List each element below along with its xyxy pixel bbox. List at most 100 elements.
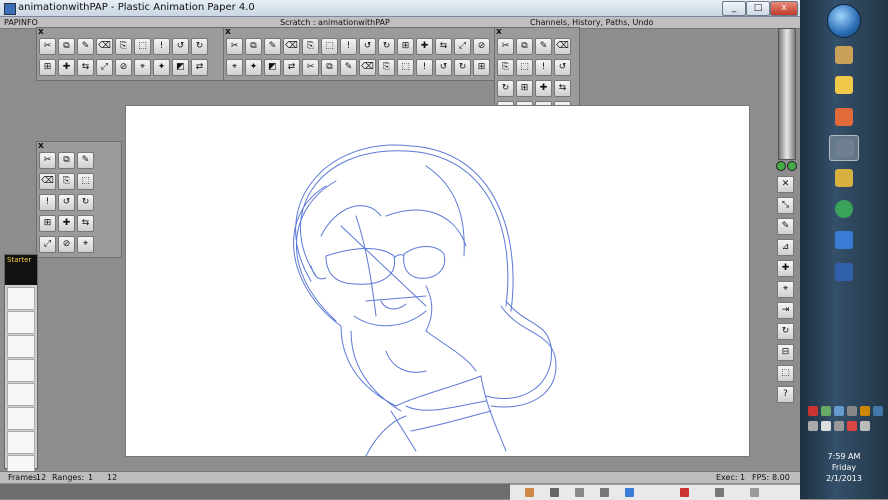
tool-button-grid-b-1-6[interactable]: ✎ [340, 59, 357, 76]
range-start-value[interactable]: 1 [88, 472, 93, 483]
right-slider-track[interactable] [778, 28, 796, 160]
tool-button-grid-b-1-13[interactable]: ⊞ [473, 59, 490, 76]
side-tool-button[interactable]: ⊿ [777, 239, 794, 256]
xsheet-strip[interactable]: Starter [4, 254, 38, 478]
tool-button-grid-b-1-3[interactable]: ⇄ [283, 59, 300, 76]
tray-icon[interactable] [808, 406, 818, 416]
tool-button-grid-b-0-12[interactable]: ⤢ [454, 38, 471, 55]
side-tool-button[interactable]: ⌖ [777, 281, 794, 298]
tool-button-grid-a-1-6[interactable]: ✦ [153, 59, 170, 76]
frame-cell[interactable] [7, 311, 35, 334]
frames-value[interactable]: 12 [36, 472, 46, 483]
tool-button-grid-d-1-1[interactable]: ⎘ [58, 173, 75, 190]
tool-button-grid-d-4-1[interactable]: ⊘ [58, 236, 75, 253]
tool-button-grid-c-2-1[interactable]: ⊞ [516, 80, 533, 97]
panel-close-icon[interactable]: x [496, 28, 502, 37]
tool-button-grid-d-4-2[interactable]: ⌖ [77, 236, 94, 253]
tray-icon[interactable] [860, 421, 870, 431]
tray-icon[interactable] [808, 421, 818, 431]
tool-button-grid-a-0-3[interactable]: ⌫ [96, 38, 113, 55]
tool-button-grid-b-1-8[interactable]: ⎘ [378, 59, 395, 76]
taskbar-button[interactable] [829, 43, 859, 69]
tool-button-grid-a-0-5[interactable]: ⬚ [134, 38, 151, 55]
tool-button-grid-a-0-4[interactable]: ⎘ [115, 38, 132, 55]
side-tool-button[interactable]: ⬚ [777, 365, 794, 382]
tool-button-grid-b-0-13[interactable]: ⊘ [473, 38, 490, 55]
tool-button-grid-d-0-2[interactable]: ✎ [77, 152, 94, 169]
frame-cell[interactable] [7, 335, 35, 358]
drawing-canvas[interactable] [125, 105, 750, 457]
tool-button-grid-a-1-2[interactable]: ⇆ [77, 59, 94, 76]
exec-value[interactable]: 1 [740, 472, 745, 483]
tool-button-grid-a-1-0[interactable]: ⊞ [39, 59, 56, 76]
side-tool-button[interactable]: ⤡ [777, 197, 794, 214]
taskbar-button[interactable] [829, 105, 859, 131]
tool-button-grid-b-0-7[interactable]: ↺ [359, 38, 376, 55]
tool-button-grid-d-0-1[interactable]: ⧉ [58, 152, 75, 169]
tray-icon[interactable] [860, 406, 870, 416]
tool-button-grid-b-0-1[interactable]: ⧉ [245, 38, 262, 55]
tool-button-grid-b-1-1[interactable]: ✦ [245, 59, 262, 76]
tool-button-grid-b-0-8[interactable]: ↻ [378, 38, 395, 55]
tool-button-grid-d-3-2[interactable]: ⇆ [77, 215, 94, 232]
tool-button-grid-b-0-4[interactable]: ⎘ [302, 38, 319, 55]
frame-cell[interactable] [7, 431, 35, 454]
tool-button-grid-d-1-2[interactable]: ⬚ [77, 173, 94, 190]
tool-button-grid-a-0-0[interactable]: ✂ [39, 38, 56, 55]
tool-button-grid-b-1-5[interactable]: ⧉ [321, 59, 338, 76]
tool-button-grid-c-1-3[interactable]: ↺ [554, 59, 571, 76]
panel-close-icon[interactable]: x [225, 28, 231, 37]
tool-button-grid-a-1-3[interactable]: ⤢ [96, 59, 113, 76]
tool-button-grid-b-1-4[interactable]: ✂ [302, 59, 319, 76]
onion-toggle-right[interactable] [787, 161, 797, 171]
tool-button-grid-b-1-11[interactable]: ↺ [435, 59, 452, 76]
tool-button-grid-a-1-5[interactable]: ⌖ [134, 59, 151, 76]
tool-button-grid-a-0-1[interactable]: ⧉ [58, 38, 75, 55]
tool-button-grid-a-0-2[interactable]: ✎ [77, 38, 94, 55]
close-button[interactable]: x [770, 1, 798, 16]
tray-icon[interactable] [847, 406, 857, 416]
panel-close-icon[interactable]: x [38, 28, 44, 37]
side-tool-button[interactable]: ↻ [777, 323, 794, 340]
side-tool-button[interactable]: ? [777, 386, 794, 403]
tool-button-grid-b-1-10[interactable]: ! [416, 59, 433, 76]
panel-close-icon[interactable]: x [38, 142, 44, 151]
frame-cell[interactable] [7, 359, 35, 382]
tool-button-grid-d-3-1[interactable]: ✚ [58, 215, 75, 232]
tray-icon[interactable] [834, 406, 844, 416]
onion-toggle-left[interactable] [776, 161, 786, 171]
fps-value[interactable]: 8.00 [772, 472, 790, 483]
tool-button-grid-a-0-6[interactable]: ! [153, 38, 170, 55]
windows-start-orb-icon[interactable] [827, 4, 861, 38]
tool-button-grid-c-2-0[interactable]: ↻ [497, 80, 514, 97]
side-tool-button[interactable]: ✚ [777, 260, 794, 277]
side-tool-button[interactable]: ✎ [777, 218, 794, 235]
tray-icon[interactable] [821, 406, 831, 416]
tool-button-grid-b-0-6[interactable]: ! [340, 38, 357, 55]
tool-button-grid-b-1-9[interactable]: ⬚ [397, 59, 414, 76]
taskbar-button[interactable] [829, 260, 859, 286]
side-tool-button[interactable]: ⇥ [777, 302, 794, 319]
tool-button-grid-b-1-7[interactable]: ⌫ [359, 59, 376, 76]
tool-button-grid-c-1-0[interactable]: ⎘ [497, 59, 514, 76]
taskbar-button[interactable] [829, 197, 859, 223]
tray-icon[interactable] [821, 421, 831, 431]
tool-button-grid-b-1-0[interactable]: ⌖ [226, 59, 243, 76]
tool-button-grid-b-0-2[interactable]: ✎ [264, 38, 281, 55]
tool-button-grid-a-1-7[interactable]: ◩ [172, 59, 189, 76]
clock-time[interactable]: 7:59 AM [800, 452, 888, 462]
tool-button-grid-b-0-0[interactable]: ✂ [226, 38, 243, 55]
side-tool-button[interactable]: ✕ [777, 176, 794, 193]
taskbar-button[interactable] [829, 73, 859, 99]
tool-button-grid-d-4-0[interactable]: ⤢ [39, 236, 56, 253]
tool-button-grid-c-1-1[interactable]: ⬚ [516, 59, 533, 76]
tool-button-grid-b-0-9[interactable]: ⊞ [397, 38, 414, 55]
tool-button-grid-c-0-3[interactable]: ⌫ [554, 38, 571, 55]
tool-button-grid-b-0-5[interactable]: ⬚ [321, 38, 338, 55]
tool-button-grid-d-2-2[interactable]: ↻ [77, 194, 94, 211]
tool-button-grid-b-0-11[interactable]: ⇆ [435, 38, 452, 55]
taskbar-button[interactable] [829, 166, 859, 192]
tool-button-grid-a-0-8[interactable]: ↻ [191, 38, 208, 55]
tool-button-grid-c-2-3[interactable]: ⇆ [554, 80, 571, 97]
tool-button-grid-c-0-0[interactable]: ✂ [497, 38, 514, 55]
